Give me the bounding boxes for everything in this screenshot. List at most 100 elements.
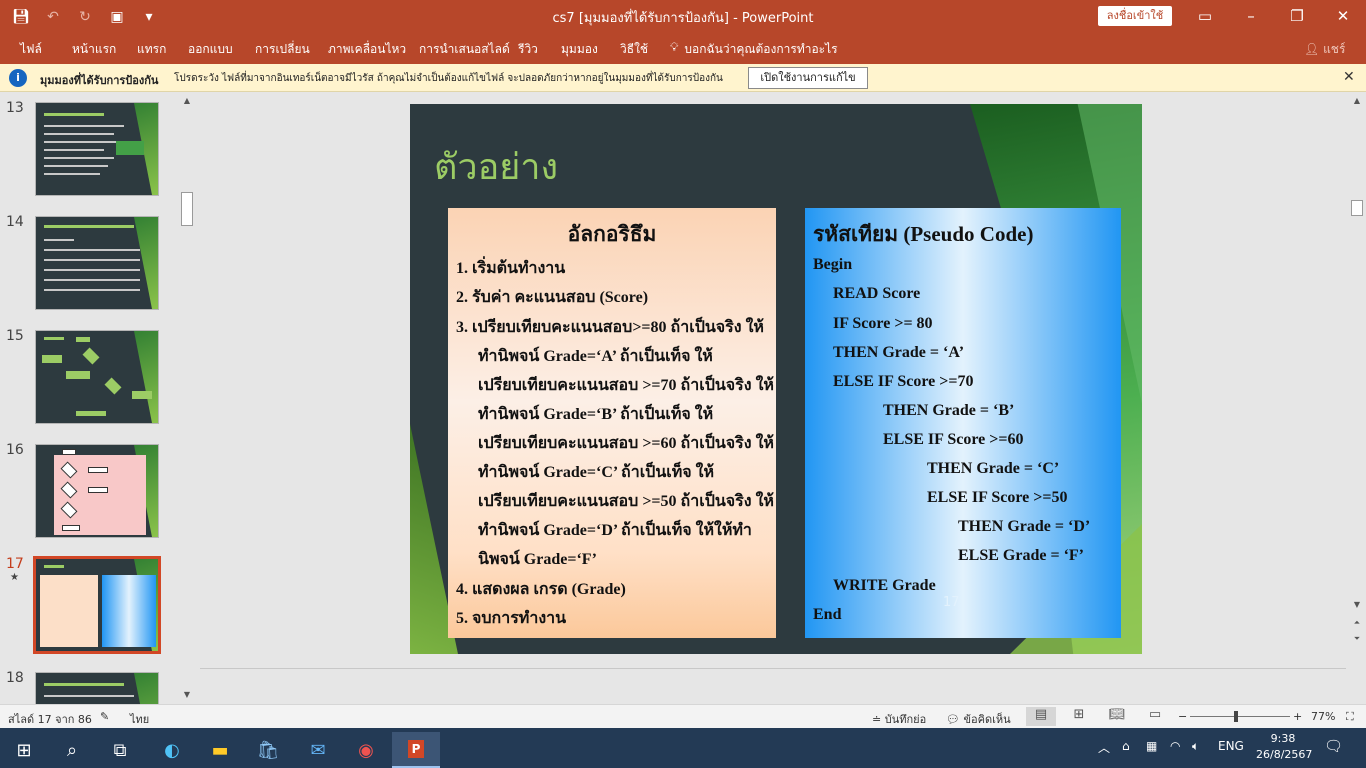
- algorithm-line: เปรียบเทียบคะแนนสอบ >=50 ถ้าเป็นจริง ให้: [478, 493, 774, 510]
- algorithm-line: ทำนิพจน์ Grade=‘A’ ถ้าเป็นเท็จ ให้: [478, 348, 713, 365]
- next-slide-icon[interactable]: ⏷: [1350, 634, 1364, 646]
- pseudo-code-line: ELSE IF Score >=50: [927, 489, 1068, 506]
- thumbnail-number: 16: [6, 442, 24, 458]
- algorithm-box: อัลกอริธึม 1. เริ่มต้นทำงาน 2. รับค่า คะ…: [448, 208, 776, 638]
- volume-icon[interactable]: 🔈︎: [1192, 739, 1199, 754]
- store-icon[interactable]: 🛍︎: [244, 732, 292, 768]
- mail-icon[interactable]: ✉: [294, 732, 342, 768]
- thumbnail-number: 15: [6, 328, 24, 344]
- zoom-in-icon[interactable]: +: [1293, 710, 1302, 723]
- thumbnail-slide-16[interactable]: 16: [0, 442, 180, 542]
- language-indicator[interactable]: ไทย: [130, 710, 149, 728]
- thumbnail-image: [35, 102, 159, 196]
- scroll-down-icon[interactable]: ▼: [1350, 600, 1364, 612]
- scroll-up-icon[interactable]: ▲: [180, 96, 194, 108]
- tell-me-box[interactable]: 💡︎ บอกฉันว่าคุณต้องการทำอะไร: [670, 40, 838, 59]
- ribbon-display-icon[interactable]: ▭: [1182, 4, 1228, 28]
- chrome-icon[interactable]: ◉: [342, 732, 390, 768]
- protected-view-message: โปรดระวัง ไฟล์ที่มาจากอินเทอร์เน็ตอาจมีไ…: [174, 73, 723, 84]
- scroll-up-icon[interactable]: ▲: [1350, 96, 1364, 108]
- comments-button[interactable]: 💬︎ ข้อคิดเห็น: [946, 710, 1011, 728]
- zoom-level[interactable]: 77%: [1311, 710, 1335, 723]
- scroll-thumb[interactable]: [1351, 200, 1363, 216]
- search-icon[interactable]: ⌕: [48, 732, 96, 768]
- zoom-slider-thumb[interactable]: [1234, 711, 1238, 722]
- scroll-thumb[interactable]: [181, 192, 193, 226]
- sign-in-button[interactable]: ลงชื่อเข้าใช้: [1098, 6, 1172, 26]
- thumbnail-slide-18[interactable]: 18: [0, 670, 180, 704]
- algorithm-line: ทำนิพจน์ Grade=‘D’ ถ้าเป็นเท็จ ให้ให้ทำ: [478, 522, 752, 539]
- current-slide[interactable]: ตัวอย่าง อัลกอริธึม 1. เริ่มต้นทำงาน 2. …: [410, 104, 1142, 654]
- tab-transitions[interactable]: การเปลี่ยน: [255, 40, 310, 59]
- spelling-icon[interactable]: ✎: [100, 710, 109, 723]
- close-icon[interactable]: ✕: [1320, 4, 1366, 28]
- input-language[interactable]: ENG: [1218, 739, 1244, 753]
- thumbnail-image: [35, 444, 159, 538]
- tray-overflow-icon[interactable]: ︿: [1098, 739, 1110, 756]
- enable-editing-button[interactable]: เปิดใช้งานการแก้ไข: [748, 67, 868, 89]
- clock[interactable]: 9:38 26/8/2567: [1256, 731, 1312, 763]
- algorithm-line: ทำนิพจน์ Grade=‘B’ ถ้าเป็นเท็จ ให้: [478, 406, 714, 423]
- thumbnail-image: [35, 672, 159, 704]
- pseudo-code-line: THEN Grade = ‘B’: [883, 402, 1015, 419]
- pseudo-code-line: Begin: [813, 256, 853, 273]
- network-icon[interactable]: ▦: [1146, 739, 1157, 753]
- pseudo-code-line: WRITE Grade: [833, 577, 936, 594]
- thumbnail-slide-15[interactable]: 15: [0, 328, 180, 428]
- tab-view[interactable]: มุมมอง: [561, 40, 598, 59]
- thumbnail-slide-14[interactable]: 14: [0, 214, 180, 314]
- close-bar-icon[interactable]: ✕: [1343, 69, 1355, 85]
- reading-view-icon[interactable]: 📖︎: [1102, 707, 1132, 726]
- tab-help[interactable]: วิธีใช้: [620, 40, 648, 59]
- pseudo-code-heading: รหัสเทียม (Pseudo Code): [813, 222, 1034, 246]
- notification-icon[interactable]: 🗨︎: [1324, 737, 1343, 755]
- thumbnail-number: 13: [6, 100, 24, 116]
- edge-icon[interactable]: ◐: [148, 732, 196, 768]
- tab-insert[interactable]: แทรก: [137, 40, 166, 59]
- tab-review[interactable]: รีวิว: [518, 40, 538, 59]
- tab-file[interactable]: ไฟล์: [20, 40, 42, 59]
- notes-area[interactable]: [200, 668, 1346, 704]
- zoom-out-icon[interactable]: −: [1178, 710, 1187, 723]
- slideshow-icon[interactable]: ▭: [1140, 707, 1170, 726]
- slide-thumbnail-pane: 13 14 15 16 17 ★ 18: [0, 92, 200, 704]
- thumbnail-slide-17[interactable]: 17 ★: [0, 556, 180, 656]
- algorithm-line: ทำนิพจน์ Grade=‘C’ ถ้าเป็นเท็จ ให้: [478, 464, 714, 481]
- tab-slideshow[interactable]: การนำเสนอสไลด์: [419, 40, 510, 59]
- pseudo-code-box: รหัสเทียม (Pseudo Code) Begin READ Score…: [805, 208, 1121, 638]
- pseudo-code-line: READ Score: [833, 285, 921, 302]
- thumbnail-number: 18: [6, 670, 24, 686]
- previous-slide-icon[interactable]: ⏶: [1350, 618, 1364, 630]
- fit-to-window-icon[interactable]: ⛶: [1346, 710, 1354, 724]
- pseudo-code-line: ELSE IF Score >=70: [833, 373, 974, 390]
- scroll-down-icon[interactable]: ▼: [180, 690, 194, 702]
- thumbnail-scrollbar[interactable]: ▲ ▼: [180, 96, 194, 704]
- pseudo-code-line: End: [813, 606, 842, 623]
- tab-home[interactable]: หน้าแรก: [72, 40, 116, 59]
- normal-view-icon[interactable]: ▤: [1026, 707, 1056, 726]
- restore-icon[interactable]: ❐: [1274, 4, 1320, 28]
- file-explorer-icon[interactable]: ▬: [196, 732, 244, 768]
- editor-scrollbar[interactable]: ▲ ▼ ⏶ ⏷: [1350, 96, 1364, 646]
- minimize-icon[interactable]: –: [1228, 4, 1274, 28]
- tab-animations[interactable]: ภาพเคลื่อนไหว: [328, 40, 406, 59]
- meet-icon[interactable]: ⌂: [1122, 739, 1130, 753]
- thumbnail-slide-13[interactable]: 13: [0, 100, 180, 200]
- task-view-icon[interactable]: ⧉: [96, 732, 144, 768]
- tab-design[interactable]: ออกแบบ: [188, 40, 233, 59]
- windows-start-icon[interactable]: ⊞: [0, 732, 48, 768]
- powerpoint-icon[interactable]: P: [392, 732, 440, 768]
- slide-sorter-icon[interactable]: ⊞: [1064, 707, 1094, 726]
- wifi-icon[interactable]: ◠: [1170, 739, 1180, 753]
- protected-view-title: มุมมองที่ได้รับการป้องกัน: [40, 74, 159, 87]
- algorithm-heading: อัลกอริธึม: [567, 222, 657, 246]
- thumbnail-image: [33, 556, 161, 654]
- zoom-slider[interactable]: [1190, 716, 1290, 717]
- pseudo-code-line: ELSE Grade = ‘F’: [958, 547, 1085, 564]
- share-button[interactable]: 👤︎ แชร์: [1304, 40, 1345, 59]
- slide-number: 17: [943, 595, 960, 610]
- notes-button[interactable]: ≐ บันทึกย่อ: [872, 710, 926, 728]
- algorithm-line: 3. เปรียบเทียบคะแนนสอบ>=80 ถ้าเป็นจริง ใ…: [456, 319, 764, 336]
- algorithm-line: 5. จบการทำงาน: [456, 610, 567, 627]
- lightbulb-icon: 💡︎: [670, 40, 679, 54]
